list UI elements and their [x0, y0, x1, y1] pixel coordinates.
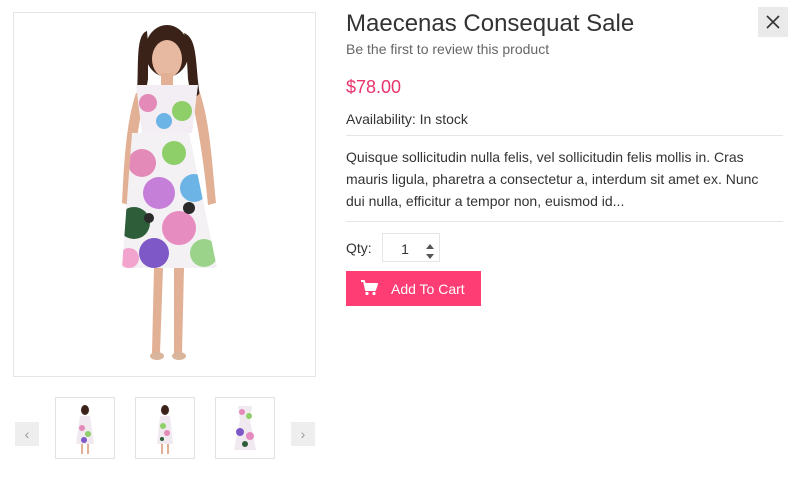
chevron-left-icon: ‹	[24, 426, 30, 442]
thumbnail-next-button[interactable]: ›	[291, 422, 315, 446]
thumbnail-front-image	[76, 405, 94, 454]
thumbnail-prev-button[interactable]: ‹	[15, 422, 39, 446]
quantity-stepper	[382, 233, 440, 263]
qty-input[interactable]	[383, 234, 427, 263]
availability-status: Availability: In stock	[346, 111, 468, 127]
qty-increase-icon[interactable]	[425, 238, 435, 249]
chevron-right-icon: ›	[300, 426, 306, 442]
divider-bottom	[346, 221, 783, 222]
dress-photo	[122, 25, 217, 360]
thumbnail-back-image	[157, 405, 173, 454]
add-to-cart-button[interactable]: Add To Cart	[346, 271, 481, 306]
qty-label: Qty:	[346, 240, 372, 256]
thumbnail-dress[interactable]	[215, 397, 275, 459]
product-description: Quisque sollicitudin nulla felis, vel so…	[346, 149, 759, 209]
close-icon	[766, 15, 780, 29]
main-product-image	[13, 12, 316, 377]
thumbnail-dress-image	[234, 406, 256, 450]
review-link[interactable]: Be the first to review this product	[346, 41, 549, 57]
product-price: $78.00	[346, 77, 402, 97]
divider-top	[346, 135, 783, 136]
cart-icon	[360, 280, 378, 299]
add-to-cart-label: Add To Cart	[391, 281, 465, 297]
qty-decrease-icon[interactable]	[425, 248, 435, 259]
thumbnail-front[interactable]	[55, 397, 115, 459]
thumbnail-back[interactable]	[135, 397, 195, 459]
close-button[interactable]	[758, 7, 788, 37]
product-title: Maecenas Consequat Sale	[346, 10, 635, 37]
